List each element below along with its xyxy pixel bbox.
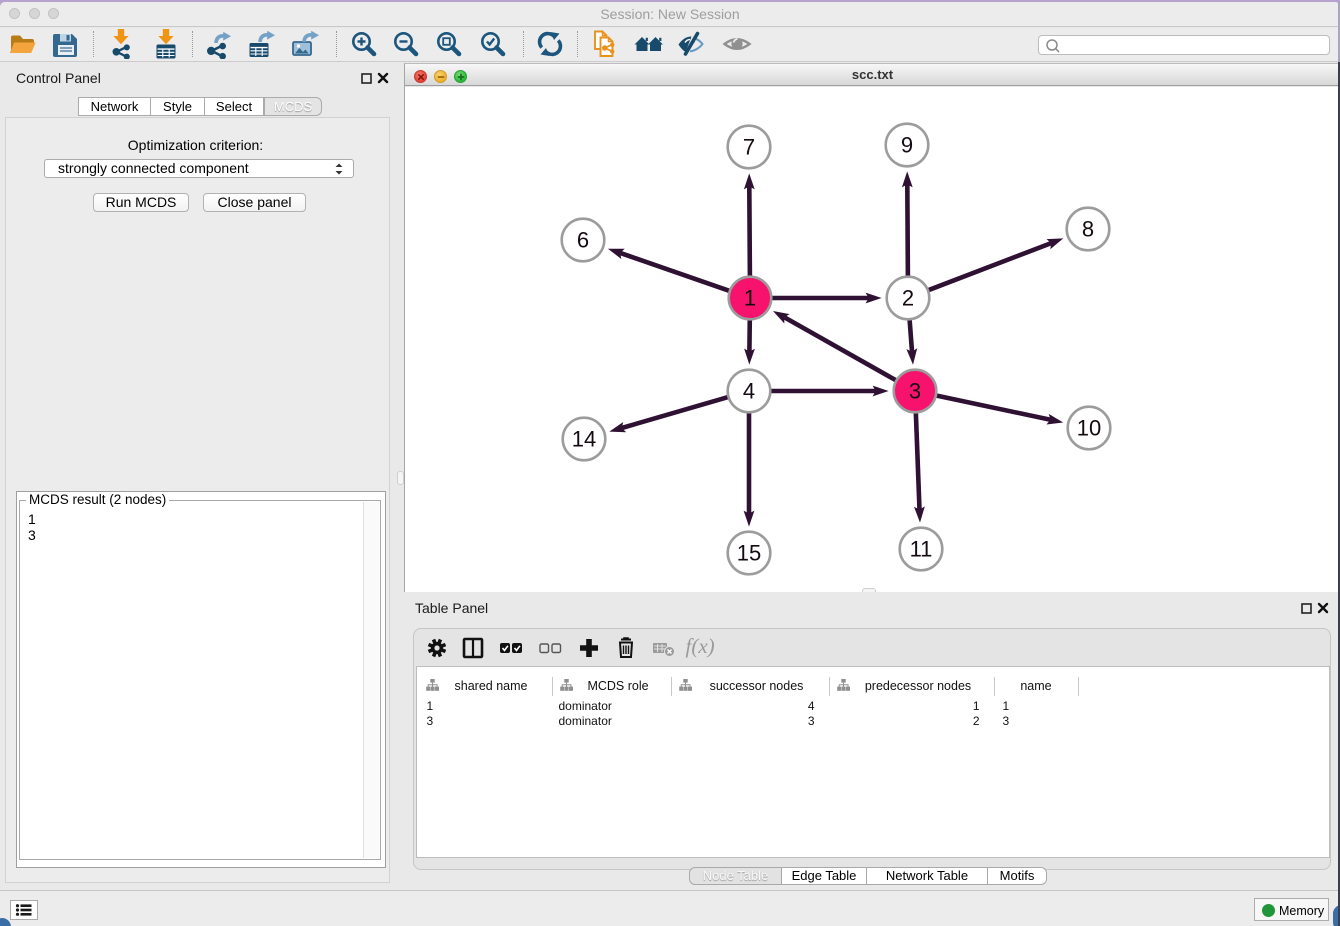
svg-text:9: 9	[901, 133, 913, 158]
svg-text:15: 15	[737, 541, 761, 566]
svg-text:2: 2	[902, 286, 914, 311]
svg-text:11: 11	[910, 537, 933, 562]
svg-text:1: 1	[744, 286, 756, 311]
svg-text:4: 4	[743, 379, 755, 404]
svg-text:7: 7	[743, 135, 755, 160]
svg-text:8: 8	[1082, 217, 1094, 242]
svg-text:10: 10	[1077, 416, 1101, 441]
svg-text:6: 6	[577, 228, 589, 253]
svg-text:14: 14	[572, 427, 596, 452]
svg-text:3: 3	[909, 379, 921, 404]
